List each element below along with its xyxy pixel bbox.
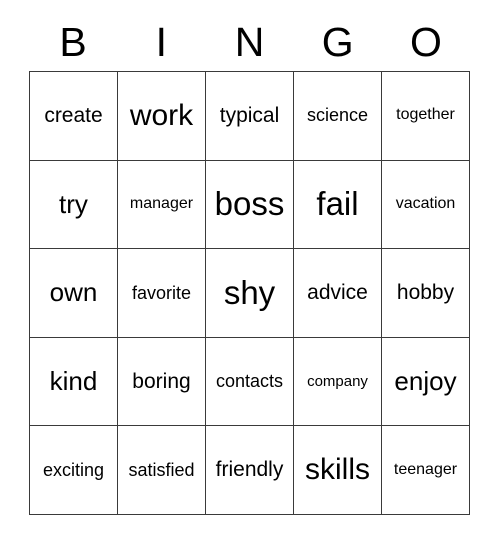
bingo-cell[interactable]: exciting [30, 426, 118, 515]
bingo-cell[interactable]: science [294, 72, 382, 161]
bingo-cell-word: boss [214, 185, 285, 223]
bingo-cell[interactable]: try [30, 160, 118, 250]
bingo-cell-word: advice [307, 280, 368, 304]
bingo-cell-word: shy [223, 273, 276, 311]
bingo-cell-word: satisfied [128, 459, 195, 480]
bingo-cell[interactable]: vacation [382, 160, 470, 250]
bingo-header-letter: I [155, 19, 167, 65]
bingo-cell-word: typical [219, 103, 280, 127]
bingo-header-cell-o: O [382, 14, 470, 71]
bingo-cell[interactable]: satisfied [118, 426, 206, 515]
bingo-cell-word: kind [49, 365, 98, 396]
bingo-header-letter: N [234, 19, 265, 65]
bingo-row: try manager boss fail vacation [30, 160, 470, 250]
bingo-cell-word: boring [132, 369, 191, 393]
bingo-grid: create work typical science together try… [29, 71, 470, 515]
bingo-cell-word: company [307, 372, 368, 390]
bingo-header-cell-i: I [117, 14, 205, 71]
bingo-cell-word: hobby [396, 280, 455, 304]
bingo-cell[interactable]: hobby [382, 249, 470, 338]
bingo-header-letter: G [321, 19, 354, 65]
bingo-cell-word: own [49, 277, 98, 308]
bingo-card: B I N G O create work typical science to… [0, 0, 500, 544]
bingo-header-letter: B [59, 19, 87, 65]
bingo-cell-word: teenager [393, 460, 458, 478]
bingo-cell-word: fail [316, 185, 359, 223]
bingo-row: create work typical science together [30, 72, 470, 161]
bingo-cell[interactable]: advice [294, 249, 382, 338]
bingo-cell[interactable]: manager [118, 160, 206, 250]
bingo-row: own favorite shy advice hobby [30, 249, 470, 338]
bingo-cell[interactable]: teenager [382, 426, 470, 515]
bingo-cell[interactable]: friendly [206, 426, 294, 515]
bingo-header-row: B I N G O [29, 14, 470, 71]
bingo-cell[interactable]: fail [294, 160, 382, 250]
bingo-cell-word: favorite [131, 282, 192, 303]
bingo-cell[interactable]: skills [294, 426, 382, 515]
bingo-cell[interactable]: kind [30, 337, 118, 427]
bingo-cell[interactable]: contacts [206, 337, 294, 427]
bingo-cell[interactable]: favorite [118, 249, 206, 338]
bingo-header-cell-b: B [29, 14, 117, 71]
bingo-header-letter: O [409, 19, 442, 65]
bingo-cell-word: create [44, 103, 103, 127]
bingo-row: kind boring contacts company enjoy [30, 337, 470, 427]
bingo-cell-word: work [129, 99, 194, 133]
bingo-cell-word: science [306, 105, 369, 126]
bingo-header-cell-g: G [294, 14, 382, 71]
bingo-cell[interactable]: together [382, 72, 470, 161]
bingo-cell[interactable]: boring [118, 337, 206, 427]
bingo-cell[interactable]: boss [206, 160, 294, 250]
bingo-cell-word: exciting [42, 459, 105, 480]
bingo-cell-word: contacts [215, 371, 284, 392]
bingo-cell-word: vacation [395, 194, 456, 212]
bingo-header-cell-n: N [205, 14, 293, 71]
bingo-cell-word: skills [305, 453, 370, 487]
bingo-cell[interactable]: own [30, 249, 118, 338]
bingo-cell-word: together [396, 106, 455, 124]
bingo-cell[interactable]: typical [206, 72, 294, 161]
bingo-cell[interactable]: work [118, 72, 206, 161]
bingo-cell[interactable]: company [294, 337, 382, 427]
bingo-cell-word: manager [129, 194, 194, 212]
bingo-cell-word: enjoy [394, 365, 457, 396]
bingo-cell[interactable]: shy [206, 249, 294, 338]
bingo-cell-word: try [59, 188, 88, 219]
bingo-row: exciting satisfied friendly skills teena… [30, 426, 470, 515]
bingo-cell[interactable]: enjoy [382, 337, 470, 427]
bingo-cell-word: friendly [215, 458, 284, 482]
bingo-cell[interactable]: create [30, 72, 118, 161]
